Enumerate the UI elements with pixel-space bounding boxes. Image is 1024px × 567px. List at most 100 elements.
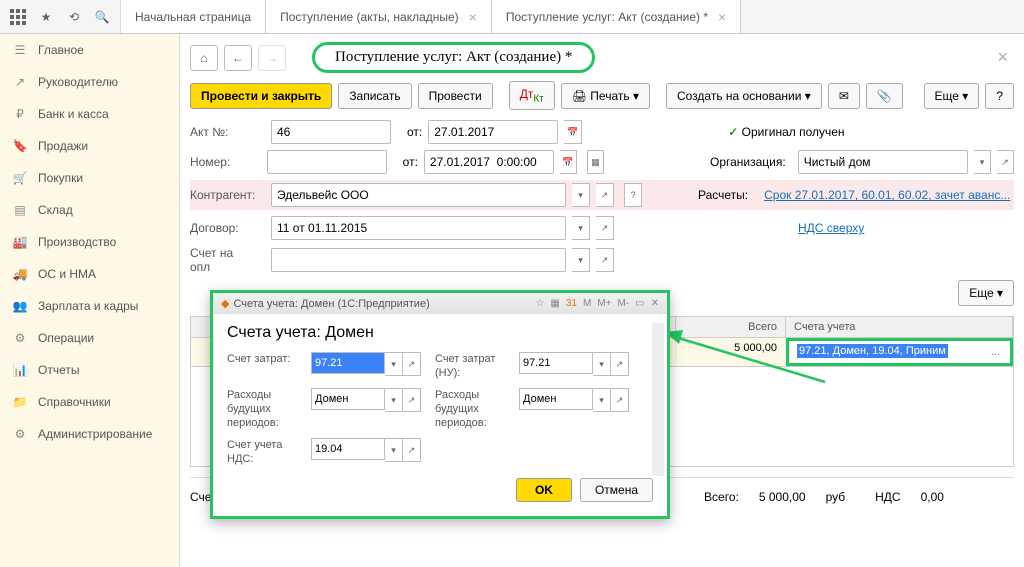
- sidebar-item-sales[interactable]: 🔖Продажи: [0, 130, 179, 162]
- open-icon[interactable]: ↗: [596, 248, 614, 272]
- rbp-input[interactable]: [311, 388, 385, 410]
- attach-button[interactable]: 📎: [866, 83, 903, 109]
- sidebar-item-warehouse[interactable]: ▤Склад: [0, 194, 179, 226]
- raschety-link[interactable]: Срок 27.01.2017, 60.01, 60.02, зачет ава…: [764, 188, 1010, 202]
- history-icon[interactable]: ⟲: [62, 5, 86, 29]
- close-icon[interactable]: ✕: [651, 298, 659, 309]
- schet-zatrat-input[interactable]: [311, 352, 385, 374]
- open-icon[interactable]: ↗: [403, 438, 421, 462]
- dropdown-icon[interactable]: ▾: [572, 248, 590, 272]
- calendar-icon[interactable]: 📅: [564, 120, 582, 144]
- dialog-scrollbar[interactable]: [652, 323, 664, 476]
- create-based-button[interactable]: Создать на основании ▾: [666, 83, 822, 109]
- tool-icon[interactable]: M: [583, 298, 591, 309]
- tab-invoices[interactable]: Поступление (акты, накладные)×: [266, 0, 492, 33]
- tool-icon[interactable]: ▦: [550, 298, 559, 309]
- open-icon[interactable]: ↗: [596, 183, 614, 207]
- post-button[interactable]: Провести: [418, 83, 493, 109]
- open-icon[interactable]: ↗: [611, 352, 629, 376]
- sidebar-item-reports[interactable]: 📊Отчеты: [0, 354, 179, 386]
- dropdown-icon[interactable]: ▾: [385, 438, 403, 462]
- nds-link[interactable]: НДС сверху: [798, 221, 864, 235]
- tool-icon[interactable]: M+: [597, 298, 611, 309]
- mail-button[interactable]: ✉: [828, 83, 860, 109]
- help-button[interactable]: ?: [985, 83, 1014, 109]
- dropdown-icon[interactable]: ▾: [385, 388, 403, 412]
- calendar-icon[interactable]: 📅: [560, 150, 577, 174]
- forward-button[interactable]: →: [258, 45, 286, 71]
- schet-opl-label: Счет на опл: [190, 246, 265, 274]
- schet-opl-input[interactable]: [271, 248, 566, 272]
- sidebar-item-admin[interactable]: ⚙Администрирование: [0, 418, 179, 450]
- back-button[interactable]: ←: [224, 45, 252, 71]
- open-icon[interactable]: ↗: [997, 150, 1014, 174]
- rbp2-label: Расходы будущих периодов:: [435, 388, 505, 430]
- tool-icon[interactable]: M-: [617, 298, 629, 309]
- date1-input[interactable]: [428, 120, 558, 144]
- close-icon[interactable]: ×: [469, 9, 477, 25]
- cart-icon: 🛒: [12, 170, 28, 186]
- from-label: от:: [407, 125, 422, 139]
- more-button[interactable]: Еще ▾: [924, 83, 980, 109]
- check-icon[interactable]: ✓: [728, 125, 738, 139]
- open-icon[interactable]: ↗: [596, 216, 614, 240]
- maximize-icon[interactable]: ▭: [635, 298, 644, 309]
- sidebar-item-purchases[interactable]: 🛒Покупки: [0, 162, 179, 194]
- schet-zatrat-nu-input[interactable]: [519, 352, 593, 374]
- apps-icon[interactable]: [6, 5, 30, 29]
- home-button[interactable]: ⌂: [190, 45, 218, 71]
- chart-icon: ↗: [12, 74, 28, 90]
- tool-icon[interactable]: ☆: [535, 298, 544, 309]
- open-icon[interactable]: ↗: [403, 352, 421, 376]
- dialog-titlebar[interactable]: ◆ Счета учета: Домен (1С:Предприятие) ☆ …: [213, 293, 667, 314]
- dogovor-label: Договор:: [190, 221, 265, 235]
- sidebar-item-manager[interactable]: ↗Руководителю: [0, 66, 179, 98]
- cancel-button[interactable]: Отмена: [580, 478, 653, 502]
- close-button[interactable]: ×: [991, 47, 1014, 68]
- dropdown-icon[interactable]: ▾: [974, 150, 991, 174]
- sidebar-item-bank[interactable]: ₽Банк и касса: [0, 98, 179, 130]
- dropdown-icon[interactable]: ▾: [572, 216, 590, 240]
- help-icon[interactable]: ?: [624, 183, 642, 207]
- close-icon[interactable]: ×: [718, 9, 726, 25]
- print-button[interactable]: 🖨 Печать ▾: [561, 83, 650, 109]
- sidebar-item-assets[interactable]: 🚚ОС и НМА: [0, 258, 179, 290]
- org-input[interactable]: [798, 150, 968, 174]
- open-icon[interactable]: ↗: [403, 388, 421, 412]
- tab-current[interactable]: Поступление услуг: Акт (создание) *×: [492, 0, 741, 33]
- dt-kt-button[interactable]: ДтКт: [509, 81, 555, 110]
- sidebar: ☰Главное ↗Руководителю ₽Банк и касса 🔖Пр…: [0, 34, 180, 567]
- list-icon[interactable]: ▦: [587, 150, 604, 174]
- more-table-button[interactable]: Еще ▾: [958, 280, 1014, 306]
- app-icon: ◆: [221, 297, 229, 310]
- raschety-label: Расчеты:: [698, 188, 748, 202]
- tag-icon: 🔖: [12, 138, 28, 154]
- tool-icon[interactable]: 31: [566, 298, 577, 309]
- sidebar-item-refs[interactable]: 📁Справочники: [0, 386, 179, 418]
- record-button[interactable]: Записать: [338, 83, 411, 109]
- sidebar-item-main[interactable]: ☰Главное: [0, 34, 179, 66]
- tab-home[interactable]: Начальная страница: [121, 0, 266, 33]
- rbp2-input[interactable]: [519, 388, 593, 410]
- number-input[interactable]: [267, 150, 387, 174]
- sidebar-item-ops[interactable]: ⚙Операции: [0, 322, 179, 354]
- dogovor-input[interactable]: [271, 216, 566, 240]
- org-label: Организация:: [710, 155, 786, 169]
- contragent-input[interactable]: [271, 183, 566, 207]
- sidebar-item-hr[interactable]: 👥Зарплата и кадры: [0, 290, 179, 322]
- dropdown-icon[interactable]: ▾: [385, 352, 403, 376]
- ok-button[interactable]: OK: [516, 478, 572, 502]
- star-icon[interactable]: ★: [34, 5, 58, 29]
- search-icon[interactable]: 🔍: [90, 5, 114, 29]
- menu-icon: ☰: [12, 42, 28, 58]
- dropdown-icon[interactable]: ▾: [572, 183, 590, 207]
- date2-input[interactable]: [424, 150, 554, 174]
- act-no-input[interactable]: [271, 120, 391, 144]
- dropdown-icon[interactable]: ▾: [593, 352, 611, 376]
- dropdown-icon[interactable]: ▾: [593, 388, 611, 412]
- sidebar-item-production[interactable]: 🏭Производство: [0, 226, 179, 258]
- nds-input[interactable]: [311, 438, 385, 460]
- post-close-button[interactable]: Провести и закрыть: [190, 83, 332, 109]
- gear-icon: ⚙: [12, 330, 28, 346]
- open-icon[interactable]: ↗: [611, 388, 629, 412]
